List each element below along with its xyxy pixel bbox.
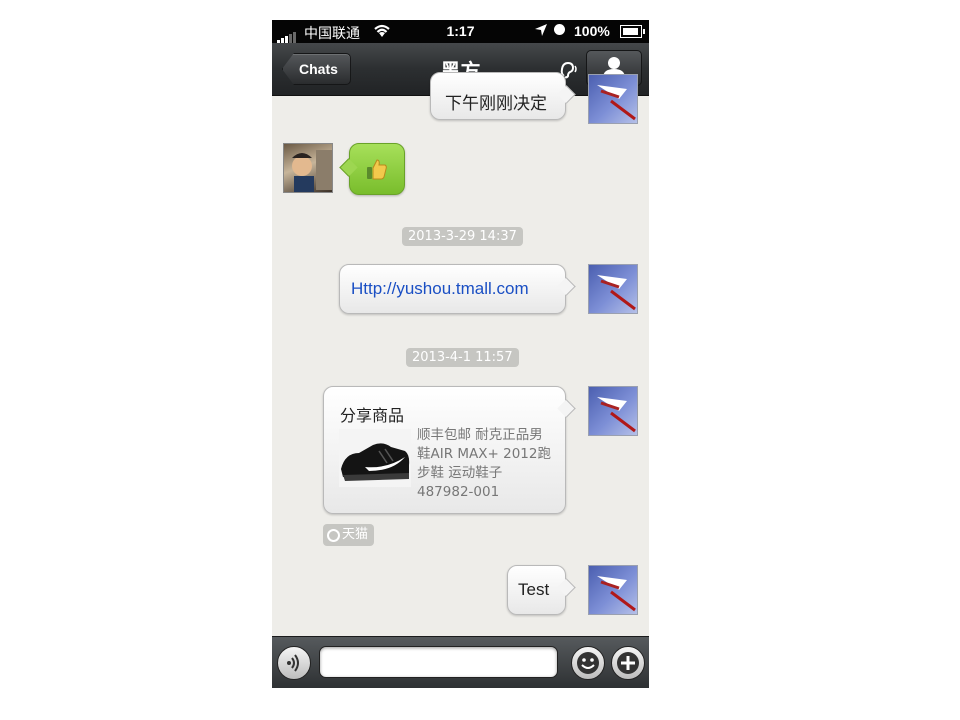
- link-text[interactable]: Http://yushou.tmall.com: [351, 279, 529, 299]
- timestamp: 2013-4-1 11:57: [406, 348, 519, 367]
- plus-icon: [617, 652, 639, 674]
- share-card-title: 分享商品: [340, 406, 405, 425]
- share-card-bubble[interactable]: 分享商品 顺丰包邮 耐克正品男鞋AIR MAX+ 2012跑步鞋 运动鞋子 48…: [323, 386, 566, 514]
- product-image[interactable]: [339, 429, 411, 487]
- thumbs-up-bubble[interactable]: [339, 143, 405, 195]
- status-bar: 中国联通 1:17 100%: [272, 20, 649, 44]
- avatar-me[interactable]: [588, 264, 638, 314]
- avatar-me[interactable]: [588, 565, 638, 615]
- avatar-me[interactable]: [588, 386, 638, 436]
- link-message-bubble[interactable]: Http://yushou.tmall.com: [339, 264, 566, 314]
- location-icon: [534, 23, 548, 40]
- share-source-tag[interactable]: 天猫: [323, 524, 375, 546]
- test-message-bubble[interactable]: Test: [507, 565, 566, 615]
- message-bubble-partial[interactable]: 下午刚刚决定: [430, 72, 566, 120]
- emoji-button[interactable]: [571, 646, 605, 680]
- thumbs-up-icon: [367, 159, 387, 180]
- clock-icon: [554, 24, 565, 35]
- share-card-description: 顺丰包邮 耐克正品男鞋AIR MAX+ 2012跑步鞋 运动鞋子 487982-…: [417, 427, 551, 500]
- voice-button[interactable]: [277, 646, 311, 680]
- phone-screen: 中国联通 1:17 100% Chats 黑方 下午刚刚决定 2013-3-29…: [272, 20, 649, 688]
- battery-icon: [620, 25, 645, 38]
- message-text: Test: [518, 580, 550, 599]
- input-bar: [272, 636, 649, 688]
- avatar-me[interactable]: [588, 74, 638, 124]
- message-text: 下午刚刚决定: [445, 94, 547, 114]
- emoji-icon: [577, 652, 599, 674]
- message-input[interactable]: [319, 646, 558, 678]
- share-source-label: 天猫: [342, 527, 369, 542]
- voice-icon: [287, 654, 299, 672]
- chat-area: 下午刚刚决定 2013-3-29 14:37 Http://yushou.tma…: [272, 72, 649, 636]
- timestamp: 2013-3-29 14:37: [402, 227, 523, 246]
- plus-button[interactable]: [611, 646, 645, 680]
- battery-percent: 100%: [574, 23, 610, 39]
- avatar-other[interactable]: [283, 143, 333, 193]
- tmall-icon: [327, 529, 340, 542]
